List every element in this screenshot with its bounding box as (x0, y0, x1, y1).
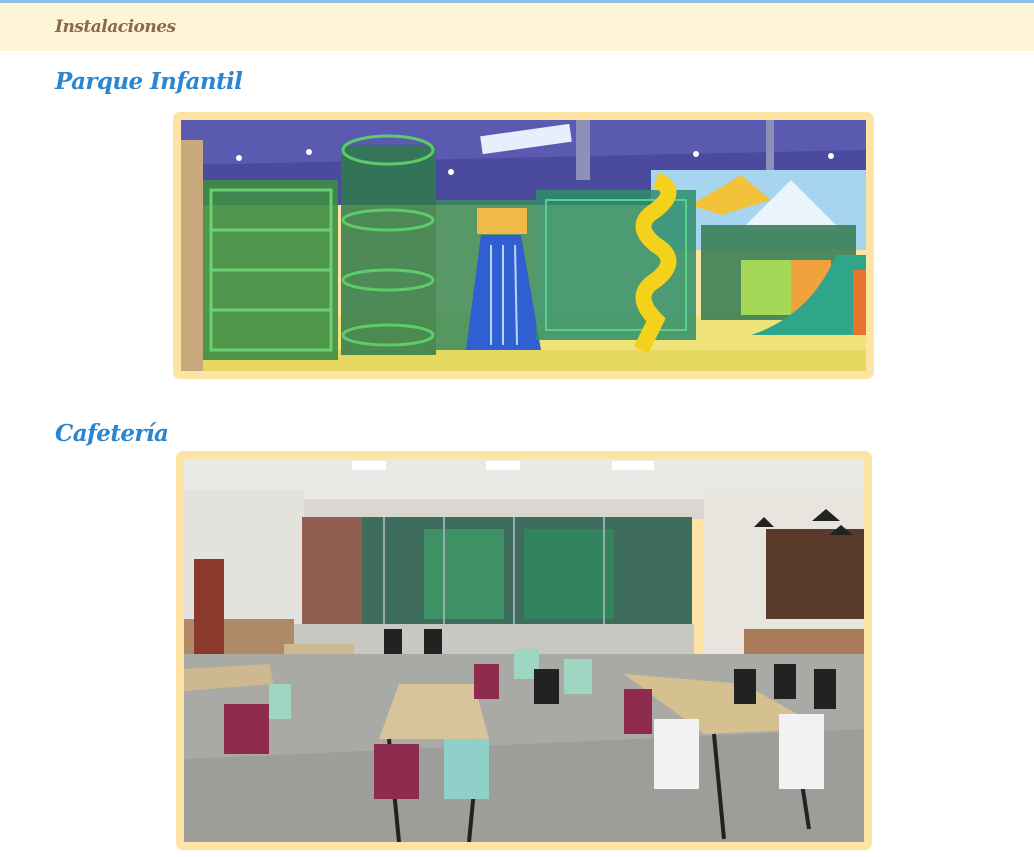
cafeteria-photo (184, 459, 864, 842)
breadcrumb: Instalaciones (55, 17, 176, 37)
cafeteria-image-frame (176, 451, 872, 850)
section-title-cafeteria: Cafetería (55, 420, 169, 447)
top-header-bar: Instalaciones (0, 0, 1034, 51)
section-title-parque-infantil: Parque Infantil (55, 68, 243, 95)
playground-photo (181, 120, 866, 371)
playground-image-frame (173, 112, 874, 379)
